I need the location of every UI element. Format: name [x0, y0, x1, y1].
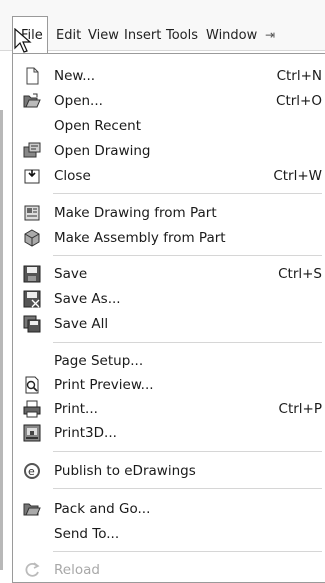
- menubar-insert[interactable]: Insert: [124, 28, 161, 43]
- menu-bar: File Edit View Insert Tools Window ⇥: [0, 0, 325, 54]
- menu-item-shortcut: Ctrl+W: [273, 168, 322, 184]
- menu-item-label: Send To...: [54, 526, 120, 542]
- menu-item-save[interactable]: Save Ctrl+S: [13, 262, 325, 286]
- menu-item-open[interactable]: Open... Ctrl+O: [13, 89, 325, 113]
- menu-item-label: Save All: [54, 316, 109, 332]
- menu-item-save-as[interactable]: Save As...: [13, 287, 325, 311]
- save-icon: [23, 265, 41, 283]
- menu-item-label: Publish to eDrawings: [54, 463, 196, 479]
- svg-text:e: e: [28, 465, 35, 478]
- menu-item-label: Save: [54, 266, 88, 282]
- menubar-edit[interactable]: Edit: [56, 28, 81, 43]
- menu-item-label: New...: [54, 68, 96, 84]
- menu-item-make-assembly[interactable]: Make Assembly from Part: [13, 226, 325, 250]
- menu-item-page-setup[interactable]: Page Setup...: [13, 349, 325, 373]
- menu-item-make-drawing[interactable]: Make Drawing from Part: [13, 201, 325, 225]
- make-assembly-icon: [24, 229, 40, 247]
- menu-item-label: Open Drawing: [54, 143, 151, 159]
- menu-item-reload: Reload: [13, 558, 325, 582]
- menu-item-label: Print...: [54, 401, 98, 417]
- menu-item-shortcut: Ctrl+O: [276, 93, 322, 109]
- menu-separator: [53, 193, 322, 194]
- new-document-icon: [26, 67, 39, 85]
- menubar-view[interactable]: View: [88, 28, 119, 43]
- menu-separator: [53, 488, 322, 489]
- menu-item-label: Print3D...: [54, 425, 117, 441]
- menu-item-shortcut: Ctrl+S: [278, 266, 322, 282]
- background-strip: [0, 110, 3, 570]
- menu-item-open-recent[interactable]: Open Recent: [13, 114, 325, 138]
- menu-item-label: Print Preview...: [54, 377, 154, 393]
- file-menu: New... Ctrl+N Open... Ctrl+O Open Recent…: [12, 53, 325, 583]
- printer-icon: [23, 400, 41, 418]
- open-drawing-icon: [23, 142, 41, 158]
- menu-item-label: Reload: [54, 562, 100, 578]
- menubar-tools[interactable]: Tools: [166, 28, 198, 43]
- print-preview-icon: [25, 376, 39, 394]
- menu-item-label: Make Drawing from Part: [54, 205, 217, 221]
- menu-item-label: Page Setup...: [54, 353, 144, 369]
- menu-separator: [53, 342, 322, 343]
- menu-item-print3d[interactable]: Print3D...: [13, 421, 325, 445]
- edrawings-icon: e: [24, 463, 40, 479]
- menu-item-shortcut: Ctrl+N: [276, 68, 322, 84]
- pack-and-go-icon: [23, 503, 41, 516]
- menu-item-label: Make Assembly from Part: [54, 230, 226, 246]
- menu-item-print-preview[interactable]: Print Preview...: [13, 373, 325, 397]
- pin-icon[interactable]: ⇥: [265, 28, 275, 42]
- menu-item-label: Save As...: [54, 291, 121, 307]
- menu-item-close[interactable]: Close Ctrl+W: [13, 164, 325, 188]
- menu-separator: [53, 451, 322, 452]
- menu-item-label: Pack and Go...: [54, 501, 151, 517]
- menu-separator: [53, 551, 322, 552]
- menu-item-print[interactable]: Print... Ctrl+P: [13, 397, 325, 421]
- mouse-cursor-icon: [14, 28, 32, 53]
- close-document-icon: [24, 169, 40, 184]
- menu-item-open-drawing[interactable]: Open Drawing: [13, 139, 325, 163]
- reload-icon: [25, 562, 40, 577]
- menu-item-send-to[interactable]: Send To...: [13, 522, 325, 546]
- menu-item-shortcut: Ctrl+P: [278, 401, 322, 417]
- menu-item-label: Open Recent: [54, 118, 142, 134]
- save-all-icon: [23, 315, 41, 333]
- save-as-icon: [23, 290, 41, 308]
- menu-item-label: Close: [54, 168, 91, 184]
- menu-item-pack-and-go[interactable]: Pack and Go...: [13, 497, 325, 521]
- open-folder-icon: [23, 93, 41, 108]
- menubar-window[interactable]: Window: [206, 28, 257, 43]
- print3d-icon: [23, 424, 41, 442]
- menu-separator: [53, 255, 322, 256]
- make-drawing-icon: [24, 205, 40, 221]
- menu-item-save-all[interactable]: Save All: [13, 312, 325, 336]
- menu-item-new[interactable]: New... Ctrl+N: [13, 64, 325, 88]
- menu-item-publish-edrawings[interactable]: e Publish to eDrawings: [13, 459, 325, 483]
- menu-item-label: Open...: [54, 93, 103, 109]
